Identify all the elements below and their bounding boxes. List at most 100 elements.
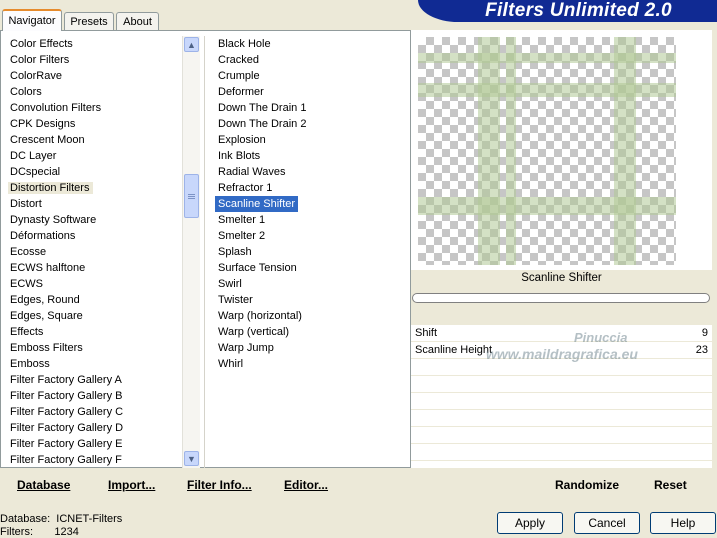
category-item[interactable]: Ecosse <box>2 244 180 260</box>
category-label: ColorRave <box>10 70 62 82</box>
category-scrollbar[interactable]: ▲ ▼ <box>182 36 200 468</box>
category-item[interactable]: Color Filters <box>2 52 180 68</box>
filter-label: Smelter 2 <box>218 230 266 242</box>
param-row-empty <box>411 427 712 444</box>
filter-label: Black Hole <box>218 38 271 50</box>
filter-label: Cracked <box>218 54 259 66</box>
category-item[interactable]: Convolution Filters <box>2 100 180 116</box>
category-label: Déformations <box>10 230 76 242</box>
filter-label: Surface Tension <box>218 262 297 274</box>
filter-label: Crumple <box>218 70 260 82</box>
filter-item[interactable]: Down The Drain 1 <box>212 100 402 116</box>
category-item[interactable]: Color Effects <box>2 36 180 52</box>
filter-label: Down The Drain 1 <box>218 102 307 114</box>
category-item[interactable]: Filter Factory Gallery D <box>2 420 180 436</box>
filter-item[interactable]: Surface Tension <box>212 260 402 276</box>
category-item[interactable]: Dynasty Software <box>2 212 180 228</box>
filter-item[interactable]: Swirl <box>212 276 402 292</box>
category-label: Filter Factory Gallery B <box>10 390 123 402</box>
category-item-selected[interactable]: Distortion Filters <box>2 180 180 196</box>
category-item[interactable]: CPK Designs <box>2 116 180 132</box>
filter-item[interactable]: Down The Drain 2 <box>212 116 402 132</box>
import-button[interactable]: Import... <box>108 478 155 492</box>
filter-item[interactable]: Cracked <box>212 52 402 68</box>
category-label: Ecosse <box>10 246 47 258</box>
category-item[interactable]: Colors <box>2 84 180 100</box>
filter-label: Warp (horizontal) <box>218 310 302 322</box>
category-item[interactable]: Edges, Square <box>2 308 180 324</box>
filter-item[interactable]: Warp (vertical) <box>212 324 402 340</box>
param-label: Scanline Height <box>415 344 493 356</box>
category-item[interactable]: Effects <box>2 324 180 340</box>
category-item[interactable]: Filter Factory Gallery B <box>2 388 180 404</box>
filter-item[interactable]: Ink Blots <box>212 148 402 164</box>
param-value[interactable]: 9 <box>702 327 708 339</box>
database-value: ICNET-Filters <box>56 513 123 525</box>
category-item[interactable]: Edges, Round <box>2 292 180 308</box>
category-item[interactable]: DC Layer <box>2 148 180 164</box>
category-label: DC Layer <box>10 150 57 162</box>
reset-button[interactable]: Reset <box>654 478 687 492</box>
category-list[interactable]: Color Effects Color Filters ColorRave Color… <box>2 36 180 468</box>
category-item[interactable]: Filter Factory Gallery C <box>2 404 180 420</box>
filter-item[interactable]: Splash <box>212 244 402 260</box>
filter-item[interactable]: Crumple <box>212 68 402 84</box>
filter-item[interactable]: Warp Jump <box>212 340 402 356</box>
tab-presets[interactable]: Presets <box>64 12 114 30</box>
param-value[interactable]: 23 <box>696 344 708 356</box>
scroll-thumb[interactable] <box>184 174 199 218</box>
category-item[interactable]: Distort <box>2 196 180 212</box>
filter-item[interactable]: Warp (horizontal) <box>212 308 402 324</box>
category-item[interactable]: Filter Factory Gallery F <box>2 452 180 468</box>
category-item[interactable]: Filter Factory Gallery E <box>2 436 180 452</box>
filter-item[interactable]: Whirl <box>212 356 402 372</box>
filter-item[interactable]: Explosion <box>212 132 402 148</box>
filter-label: Refractor 1 <box>218 182 273 194</box>
filter-item[interactable]: Smelter 2 <box>212 228 402 244</box>
filter-item-selected[interactable]: Scanline Shifter <box>212 196 402 212</box>
scroll-up-button[interactable]: ▲ <box>184 37 199 52</box>
filter-label: Ink Blots <box>218 150 261 162</box>
filter-label: Swirl <box>218 278 242 290</box>
watermark-name: Pinuccia <box>574 330 628 345</box>
database-button[interactable]: Database <box>17 478 70 492</box>
category-item[interactable]: Déformations <box>2 228 180 244</box>
category-label: Emboss Filters <box>10 342 83 354</box>
category-label: Edges, Square <box>10 310 83 322</box>
filter-label: Warp Jump <box>218 342 274 354</box>
category-item[interactable]: Filter Factory Gallery A <box>2 372 180 388</box>
filter-item[interactable]: Twister <box>212 292 402 308</box>
category-item[interactable]: ColorRave <box>2 68 180 84</box>
category-item[interactable]: DCspecial <box>2 164 180 180</box>
filters-value: 1234 <box>54 526 79 538</box>
category-item[interactable]: Crescent Moon <box>2 132 180 148</box>
category-item[interactable]: ECWS <box>2 276 180 292</box>
editor-button[interactable]: Editor... <box>284 478 328 492</box>
filter-item[interactable]: Radial Waves <box>212 164 402 180</box>
filter-item[interactable]: Deformer <box>212 84 402 100</box>
filter-info-button[interactable]: Filter Info... <box>187 478 252 492</box>
category-label: Distort <box>10 198 42 210</box>
param-row-empty <box>411 376 712 393</box>
category-item[interactable]: ECWS halftone <box>2 260 180 276</box>
tab-about[interactable]: About <box>116 12 159 30</box>
filters-label: Filters: <box>0 526 33 538</box>
category-label: Color Filters <box>10 54 70 66</box>
filter-list[interactable]: Black Hole Cracked Crumple Deformer Down The… <box>212 36 402 372</box>
category-item[interactable]: Emboss <box>2 356 180 372</box>
filter-item[interactable]: Refractor 1 <box>212 180 402 196</box>
category-label: Colors <box>10 86 42 98</box>
randomize-button[interactable]: Randomize <box>555 478 619 492</box>
tab-navigator[interactable]: Navigator <box>2 9 62 31</box>
param-row-shift[interactable]: Shift 9 <box>411 325 712 342</box>
category-label: ECWS <box>10 278 43 290</box>
scroll-down-button[interactable]: ▼ <box>184 451 199 466</box>
filter-label: Whirl <box>218 358 244 370</box>
filter-item[interactable]: Smelter 1 <box>212 212 402 228</box>
filter-item[interactable]: Black Hole <box>212 36 402 52</box>
category-label: Filter Factory Gallery D <box>10 422 124 434</box>
category-label: Filter Factory Gallery A <box>10 374 122 386</box>
database-label: Database: <box>0 513 51 525</box>
param-row-empty <box>411 444 712 461</box>
category-item[interactable]: Emboss Filters <box>2 340 180 356</box>
